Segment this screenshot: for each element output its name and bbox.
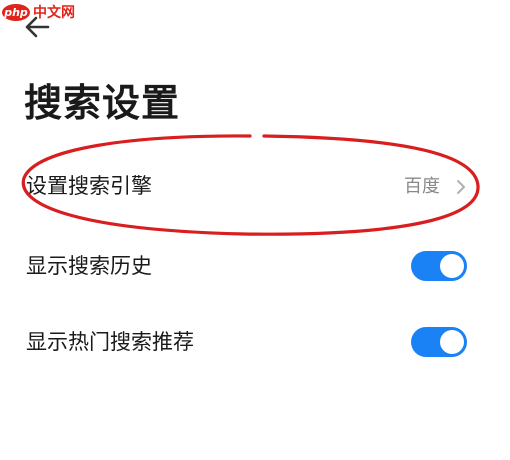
toggle-knob <box>440 254 464 278</box>
arrow-left-icon <box>25 16 50 38</box>
chevron-right-icon <box>457 180 465 194</box>
setting-row-search-history: 显示搜索历史 <box>0 246 510 286</box>
page-title: 搜索设置 <box>24 81 181 125</box>
hot-search-label: 显示热门搜索推荐 <box>26 330 194 354</box>
search-engine-label: 设置搜索引擎 <box>26 174 152 198</box>
toggle-knob <box>440 330 464 354</box>
setting-row-search-engine[interactable]: 设置搜索引擎 百度 <box>0 166 510 206</box>
search-engine-value: 百度 <box>404 176 440 197</box>
search-history-toggle[interactable] <box>411 251 467 281</box>
setting-row-hot-search: 显示热门搜索推荐 <box>0 322 510 362</box>
back-button[interactable] <box>22 12 52 42</box>
search-history-label: 显示搜索历史 <box>26 254 152 278</box>
hot-search-toggle[interactable] <box>411 327 467 357</box>
